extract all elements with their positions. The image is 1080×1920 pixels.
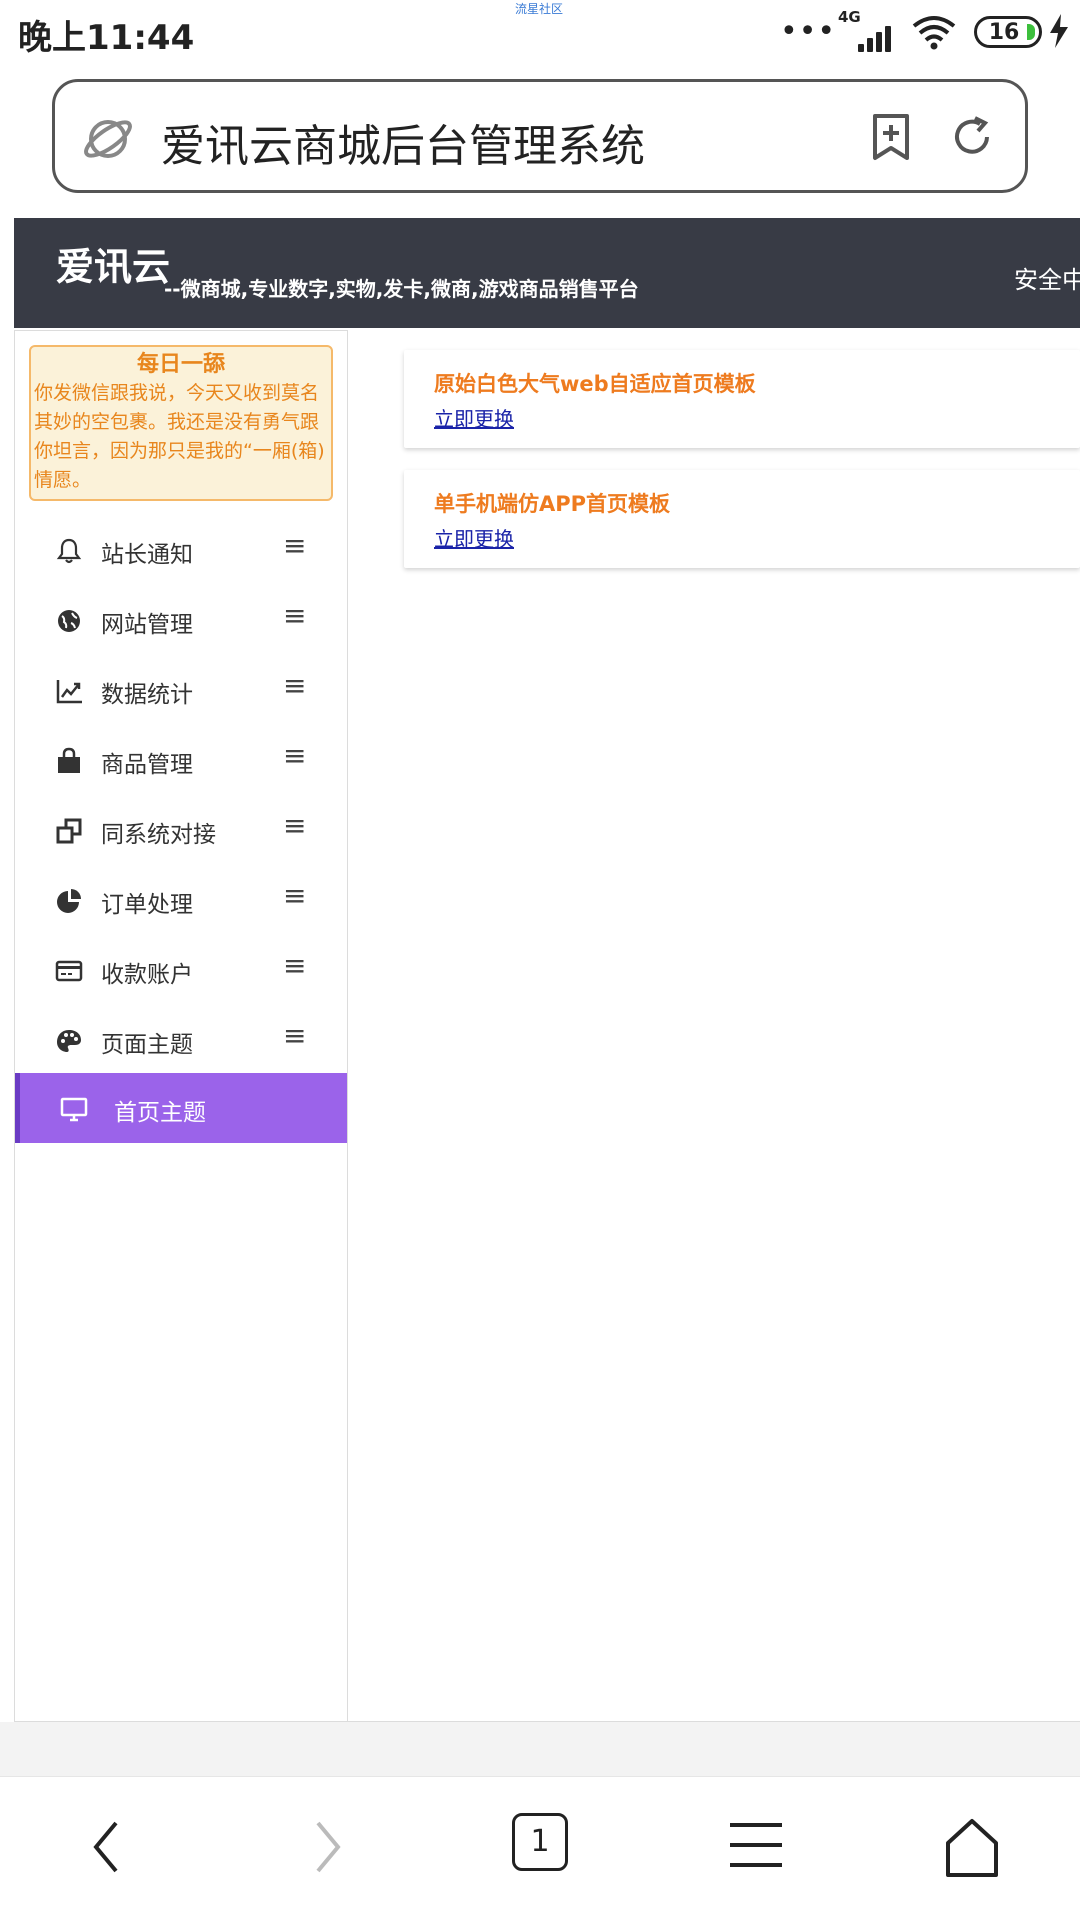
forward-icon[interactable]: [308, 1817, 348, 1877]
menu-expand-icon[interactable]: ≡: [283, 809, 306, 842]
sidebar-item-payment-account[interactable]: 收款账户 ≡: [15, 935, 347, 1005]
app-header: 爱讯云 --微商城,专业数字,实物,发卡,微商,游戏商品销售平台 安全中心: [14, 218, 1080, 328]
charging-icon: [1050, 14, 1068, 48]
sidebar-item-order-processing[interactable]: 订单处理 ≡: [15, 865, 347, 935]
brand-name: 爱讯云: [56, 245, 171, 289]
menu-expand-icon[interactable]: ≡: [283, 879, 306, 912]
sidebar-item-label: 首页主题: [114, 1100, 206, 1126]
browser-bottom-nav: 1: [0, 1776, 1080, 1920]
sidebar-item-label: 商品管理: [101, 752, 193, 778]
template-title: 单手机端仿APP首页模板: [434, 492, 671, 516]
apply-template-link[interactable]: 立即更换: [434, 403, 514, 432]
sidebar-item-label: 收款账户: [101, 962, 193, 988]
sidebar-item-label: 站长通知: [101, 542, 193, 568]
battery-icon: 16: [974, 16, 1042, 48]
sidebar-item-homepage-theme[interactable]: 首页主题: [15, 1073, 347, 1143]
add-bookmark-icon[interactable]: [869, 112, 913, 162]
sidebar-item-page-theme[interactable]: 页面主题 ≡: [15, 1005, 347, 1075]
pie-chart-icon: [57, 889, 81, 913]
daily-notice: 每日一舔 你发微信跟我说，今天又收到莫名其妙的空包裹。我还是没有勇气跟你坦言，因…: [29, 345, 333, 501]
more-dots-icon: •••: [780, 14, 837, 49]
sidebar-item-label: 同系统对接: [101, 822, 216, 848]
brand-tagline: --微商城,专业数字,实物,发卡,微商,游戏商品销售平台: [164, 277, 639, 301]
template-card: 单手机端仿APP首页模板 立即更换: [404, 470, 1080, 568]
notice-body: 你发微信跟我说，今天又收到莫名其妙的空包裹。我还是没有勇气跟你坦言，因为那只是我…: [34, 382, 325, 491]
content-area: 原始白色大气web自适应首页模板 立即更换 单手机端仿APP首页模板 立即更换: [348, 330, 1080, 1722]
planet-icon: [84, 120, 132, 158]
shopping-bag-icon: [58, 747, 80, 773]
sidebar-item-system-integration[interactable]: 同系统对接 ≡: [15, 795, 347, 865]
sidebar-item-label: 网站管理: [101, 612, 193, 638]
menu-expand-icon[interactable]: ≡: [283, 949, 306, 982]
refresh-icon[interactable]: [947, 112, 997, 162]
tabs-count-button[interactable]: 1: [512, 1813, 568, 1871]
clone-icon: [56, 818, 82, 844]
sidebar-item-label: 数据统计: [101, 682, 193, 708]
menu-expand-icon[interactable]: ≡: [283, 529, 306, 562]
bell-icon: [56, 538, 82, 564]
chart-line-icon: [56, 680, 82, 704]
battery-level: 16: [988, 20, 1020, 45]
menu-expand-icon[interactable]: ≡: [283, 739, 306, 772]
menu-expand-icon[interactable]: ≡: [283, 599, 306, 632]
template-card: 原始白色大气web自适应首页模板 立即更换: [404, 350, 1080, 448]
page-footer-gap: [0, 1722, 1080, 1776]
page-title[interactable]: 爱讯云商城后台管理系统: [161, 110, 645, 174]
apply-template-link[interactable]: 立即更换: [434, 523, 514, 552]
sidebar-item-product-management[interactable]: 商品管理 ≡: [15, 725, 347, 795]
cellular-signal-icon: 4G: [838, 8, 898, 56]
menu-expand-icon[interactable]: ≡: [283, 669, 306, 702]
back-icon[interactable]: [86, 1817, 126, 1877]
status-time: 晚上11:44: [18, 18, 195, 58]
sidebar: 每日一舔 你发微信跟我说，今天又收到莫名其妙的空包裹。我还是没有勇气跟你坦言，因…: [14, 330, 348, 1722]
sidebar-item-label: 页面主题: [101, 1032, 193, 1058]
security-center-link[interactable]: 安全中心: [1014, 260, 1080, 295]
notice-title: 每日一舔: [136, 352, 225, 377]
sidebar-item-label: 订单处理: [101, 892, 193, 918]
sidebar-item-site-notice[interactable]: 站长通知 ≡: [15, 515, 347, 585]
sidebar-item-site-management[interactable]: 网站管理 ≡: [15, 585, 347, 655]
credit-card-icon: [55, 960, 83, 982]
address-bar[interactable]: 爱讯云商城后台管理系统: [52, 79, 1028, 193]
wifi-icon: [912, 16, 956, 50]
palette-icon: [57, 1030, 81, 1052]
globe-icon: [58, 610, 80, 632]
template-title: 原始白色大气web自适应首页模板: [434, 372, 756, 396]
sidebar-item-data-stats[interactable]: 数据统计 ≡: [15, 655, 347, 725]
home-icon[interactable]: [942, 1817, 1002, 1879]
watermark-text: 流星社区: [515, 2, 564, 16]
menu-icon[interactable]: [728, 1817, 784, 1873]
menu-expand-icon[interactable]: ≡: [283, 1019, 306, 1052]
status-bar: 晚上11:44 流星社区 ••• 4G 16: [0, 0, 1080, 70]
desktop-icon: [60, 1097, 88, 1122]
